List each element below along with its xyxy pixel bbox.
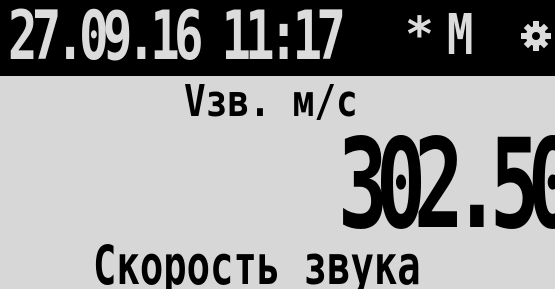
lcd-screen: 27.09.16 11:17 * M Vзв. м/с 302.50 Скоро… — [0, 0, 555, 289]
star-icon: * — [405, 7, 434, 63]
mode-indicator: M — [447, 3, 474, 68]
status-bar: 27.09.16 11:17 * M — [0, 0, 555, 76]
measurement-label: Vзв. м/с — [184, 76, 358, 127]
measurement-name: Скорость звука — [93, 234, 421, 289]
datetime-display: 27.09.16 11:17 — [8, 0, 346, 76]
gear-icon[interactable] — [520, 20, 552, 52]
measurement-value: 302.50 — [338, 113, 555, 257]
